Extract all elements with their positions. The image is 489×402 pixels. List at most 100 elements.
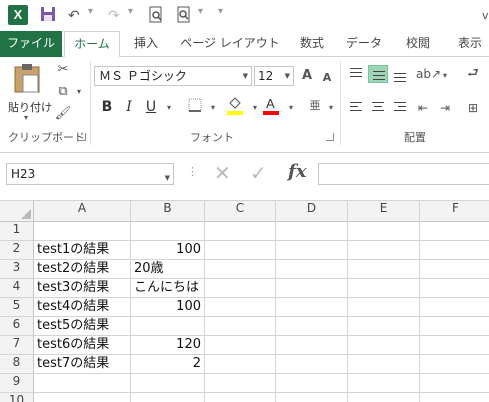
clipboard-launcher-icon[interactable]: [78, 133, 86, 141]
tab-formulas[interactable]: 数式: [290, 31, 334, 57]
tab-review[interactable]: 校閲: [396, 31, 440, 57]
cell-a10[interactable]: [34, 393, 131, 402]
cell-e1[interactable]: [348, 222, 420, 241]
cell-c7[interactable]: [205, 336, 276, 355]
cell-f2[interactable]: [420, 241, 489, 260]
cut-icon[interactable]: ✂: [54, 61, 72, 79]
format-painter-icon[interactable]: 🖌: [54, 105, 72, 123]
align-top-button[interactable]: [346, 65, 366, 83]
cell-c10[interactable]: [205, 393, 276, 402]
cell-b6[interactable]: [131, 317, 205, 336]
cell-b2[interactable]: 100: [131, 241, 205, 260]
cell-d1[interactable]: [276, 222, 348, 241]
cell-b7[interactable]: 120: [131, 336, 205, 355]
cell-d3[interactable]: [276, 260, 348, 279]
grow-font-icon[interactable]: A: [298, 67, 316, 85]
font-name-select[interactable]: ＭＳ Ｐゴシック ▼: [94, 66, 252, 86]
decrease-indent-icon[interactable]: ⇤: [414, 99, 432, 117]
cell-d6[interactable]: [276, 317, 348, 336]
cell-e10[interactable]: [348, 393, 420, 402]
tab-page-layout[interactable]: ページ レイアウト: [176, 31, 284, 57]
select-all-button[interactable]: [0, 201, 34, 222]
tab-home[interactable]: ホーム: [64, 31, 120, 58]
font-color-icon[interactable]: A: [262, 95, 280, 115]
cell-d10[interactable]: [276, 393, 348, 402]
cell-d9[interactable]: [276, 374, 348, 393]
orientation-icon[interactable]: ab↗: [416, 65, 441, 83]
customize-qat-icon[interactable]: ▾: [218, 6, 223, 17]
enter-icon[interactable]: ✓: [250, 161, 267, 185]
cell-a5[interactable]: test4の結果: [34, 298, 131, 317]
print-dropdown-icon[interactable]: ▾: [198, 6, 203, 17]
redo-dropdown-icon[interactable]: ▾: [128, 6, 133, 17]
align-middle-button[interactable]: [368, 65, 388, 83]
column-header-b[interactable]: B: [131, 201, 205, 222]
worksheet-grid[interactable]: A B C D E F 1 2 3 4 5 6 7 8 9 10 test1の結…: [0, 201, 489, 402]
font-launcher-icon[interactable]: [326, 133, 334, 141]
cell-e2[interactable]: [348, 241, 420, 260]
cell-d8[interactable]: [276, 355, 348, 374]
cell-d4[interactable]: [276, 279, 348, 298]
cell-b1[interactable]: [131, 222, 205, 241]
cell-b10[interactable]: [131, 393, 205, 402]
merge-center-icon[interactable]: ⊞: [464, 99, 482, 117]
cell-e5[interactable]: [348, 298, 420, 317]
quick-print-icon[interactable]: [176, 6, 192, 26]
underline-dropdown-icon[interactable]: ▾: [160, 99, 178, 117]
insert-function-icon[interactable]: fx: [288, 161, 306, 182]
cell-a6[interactable]: test5の結果: [34, 317, 131, 336]
row-header-6[interactable]: 6: [0, 317, 34, 336]
wrap-text-icon[interactable]: ⮐: [464, 65, 482, 83]
font-size-select[interactable]: 12 ▼: [254, 66, 294, 86]
cell-e4[interactable]: [348, 279, 420, 298]
cell-e9[interactable]: [348, 374, 420, 393]
cell-d2[interactable]: [276, 241, 348, 260]
row-header-3[interactable]: 3: [0, 260, 34, 279]
cell-c2[interactable]: [205, 241, 276, 260]
cell-a8[interactable]: test7の結果: [34, 355, 131, 374]
cell-b3[interactable]: 20歳: [131, 260, 205, 279]
formula-bar-resize-icon[interactable]: ⋮: [187, 165, 198, 178]
align-center-button[interactable]: [368, 99, 388, 117]
cell-f6[interactable]: [420, 317, 489, 336]
cell-a4[interactable]: test3の結果: [34, 279, 131, 298]
column-header-f[interactable]: F: [420, 201, 489, 222]
cell-a9[interactable]: [34, 374, 131, 393]
name-box[interactable]: H23 ▼: [6, 163, 174, 185]
cell-a3[interactable]: test2の結果: [34, 260, 131, 279]
cell-b4[interactable]: こんにちは: [131, 279, 205, 298]
undo-dropdown-icon[interactable]: ▾: [88, 6, 93, 17]
row-header-7[interactable]: 7: [0, 336, 34, 355]
cell-f7[interactable]: [420, 336, 489, 355]
underline-button[interactable]: U: [142, 97, 160, 117]
cell-a1[interactable]: [34, 222, 131, 241]
paste-button[interactable]: 貼り付け ▾: [6, 61, 52, 125]
tab-file[interactable]: ファイル: [0, 31, 62, 57]
increase-indent-icon[interactable]: ⇥: [436, 99, 454, 117]
cell-f10[interactable]: [420, 393, 489, 402]
formula-input[interactable]: [318, 163, 489, 185]
cell-f4[interactable]: [420, 279, 489, 298]
cell-d5[interactable]: [276, 298, 348, 317]
tab-data[interactable]: データ: [340, 31, 388, 57]
print-preview-icon[interactable]: [148, 6, 164, 26]
cell-f8[interactable]: [420, 355, 489, 374]
align-left-button[interactable]: [346, 99, 366, 117]
cell-b5[interactable]: 100: [131, 298, 205, 317]
column-header-e[interactable]: E: [348, 201, 420, 222]
cell-c3[interactable]: [205, 260, 276, 279]
shrink-font-icon[interactable]: A: [318, 69, 336, 87]
paste-dropdown-icon[interactable]: ▾: [24, 113, 28, 122]
row-header-9[interactable]: 9: [0, 374, 34, 393]
cell-e6[interactable]: [348, 317, 420, 336]
row-header-10[interactable]: 10: [0, 393, 34, 402]
cell-c5[interactable]: [205, 298, 276, 317]
row-header-5[interactable]: 5: [0, 298, 34, 317]
row-header-1[interactable]: 1: [0, 222, 34, 241]
column-header-c[interactable]: C: [205, 201, 276, 222]
copy-dropdown-icon[interactable]: ▾: [70, 83, 88, 101]
cell-f9[interactable]: [420, 374, 489, 393]
font-color-dropdown-icon[interactable]: ▾: [282, 99, 300, 117]
tab-view[interactable]: 表示: [448, 31, 489, 57]
cell-b8[interactable]: 2: [131, 355, 205, 374]
